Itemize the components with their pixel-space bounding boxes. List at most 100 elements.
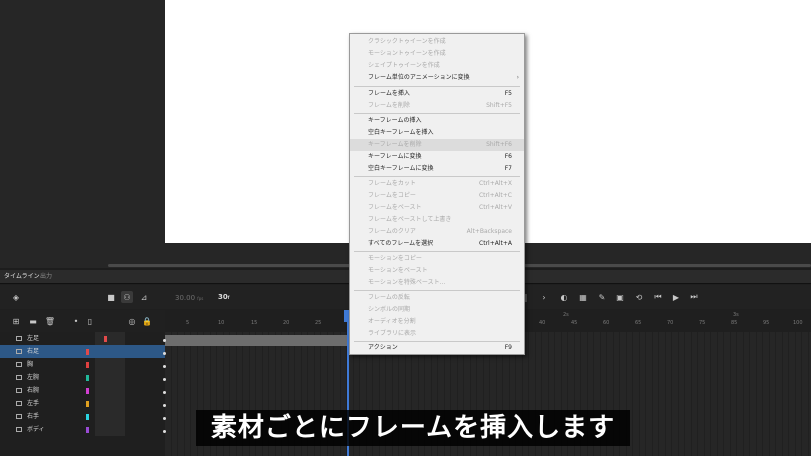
ruler-tick: 10: [218, 320, 225, 326]
graph-icon[interactable]: ⊿: [138, 291, 150, 303]
trash-icon[interactable]: 🗑: [44, 315, 56, 327]
ruler-tick: 95: [763, 320, 770, 326]
layer-color-swatch[interactable]: [86, 349, 89, 355]
menu-item-clear-frames[interactable]: フレームのクリア Alt+Backspace: [350, 226, 524, 238]
layer-color-swatch[interactable]: [86, 414, 89, 420]
menu-item-create-shape-tween[interactable]: シェイプトゥイーンを作成: [350, 60, 524, 72]
visibility-icon[interactable]: ◎: [126, 315, 138, 327]
current-frame-display[interactable]: 30f: [218, 293, 230, 301]
onion-skin-icon[interactable]: ◐: [558, 291, 570, 303]
menu-item-synchronize-symbols[interactable]: シンボルの同期: [350, 304, 524, 316]
layer-row[interactable]: 左手: [0, 397, 165, 410]
menu-item-split-audio[interactable]: オーディオを分割: [350, 316, 524, 328]
menu-item-convert-frame-by-frame[interactable]: フレーム単位のアニメーションに変換 ›: [350, 72, 524, 84]
keyframe-dot[interactable]: [163, 417, 166, 420]
layer-row-selected[interactable]: 右足: [0, 345, 165, 358]
play-icon[interactable]: ▶: [670, 291, 682, 303]
keyframe-dot[interactable]: [163, 339, 166, 342]
menu-item-label: 空白キーフレームに変換: [368, 165, 434, 172]
menu-item-select-all-frames[interactable]: すべてのフレームを選択 Ctrl+Alt+A: [350, 238, 524, 250]
menu-item-convert-to-blank-keyframes[interactable]: 空白キーフレームに変換 F7: [350, 163, 524, 175]
layer-type-icon: [16, 375, 22, 380]
fps-unit: fps: [197, 296, 204, 301]
chevron-right-icon[interactable]: ›: [538, 291, 550, 303]
layer-color-swatch[interactable]: [86, 362, 89, 368]
menu-item-paste-and-overwrite[interactable]: フレームをペーストして上書き: [350, 214, 524, 226]
menu-item-reveal-in-library[interactable]: ライブラリに表示: [350, 328, 524, 340]
keyframe-dot[interactable]: [163, 378, 166, 381]
layer-row[interactable]: ボディ: [0, 423, 165, 436]
edit-multiple-frames-icon[interactable]: ✎: [596, 291, 608, 303]
menu-item-label: キーフレームに変換: [368, 153, 422, 160]
layer-columns: [95, 358, 125, 371]
menu-item-paste-frames[interactable]: フレームをペースト Ctrl+Alt+V: [350, 202, 524, 214]
layer-row[interactable]: 胸: [0, 358, 165, 371]
menu-item-shortcut: F9: [504, 344, 512, 351]
selected-frame-span[interactable]: [165, 335, 348, 346]
menu-item-paste-motion-special[interactable]: モーションを特殊ペースト...: [350, 277, 524, 289]
fps-value: 30.00: [175, 294, 196, 302]
layer-color-swatch[interactable]: [86, 375, 89, 381]
menu-item-remove-frames[interactable]: フレームを削除 Shift+F5: [350, 100, 524, 112]
menu-item-convert-to-keyframes[interactable]: キーフレームに変換 F6: [350, 151, 524, 163]
menu-item-create-motion-tween[interactable]: モーショントゥイーンを作成: [350, 48, 524, 60]
layer-type-icon: [16, 336, 22, 341]
menu-item-label: フレームのクリア: [368, 228, 416, 235]
menu-item-shortcut: Shift+F6: [486, 141, 512, 148]
layer-row[interactable]: 右腕: [0, 384, 165, 397]
new-folder-icon[interactable]: ▬: [27, 315, 39, 327]
layer-row[interactable]: 左腕: [0, 371, 165, 384]
frame-unit: f: [227, 295, 230, 300]
menu-item-create-classic-tween[interactable]: クラシックトゥイーンを作成: [350, 36, 524, 48]
fps-display[interactable]: 30.00 fps: [175, 294, 203, 302]
layer-columns: [95, 332, 125, 345]
menu-item-label: フレームをコピー: [368, 192, 416, 199]
menu-item-label: オーディオを分割: [368, 318, 416, 325]
new-layer-icon[interactable]: ⊞: [10, 315, 22, 327]
tab-timeline[interactable]: タイムライン: [4, 272, 40, 282]
layer-toolbar: ⊞ ▬ 🗑 • ▯ ◎ 🔒: [0, 310, 165, 332]
menu-item-copy-frames[interactable]: フレームをコピー Ctrl+Alt+C: [350, 190, 524, 202]
loop-icon[interactable]: ⟲: [633, 291, 645, 303]
menu-item-cut-frames[interactable]: フレームをカット Ctrl+Alt+X: [350, 178, 524, 190]
menu-separator: [354, 290, 520, 291]
menu-item-paste-motion[interactable]: モーションをペースト: [350, 265, 524, 277]
menu-separator: [354, 86, 520, 87]
menu-item-clear-keyframe[interactable]: キーフレームを削除 Shift+F6: [350, 139, 524, 151]
insert-frame-icon[interactable]: ▣: [614, 291, 626, 303]
menu-item-insert-keyframe[interactable]: キーフレームの挿入: [350, 115, 524, 127]
layer-color-swatch[interactable]: [104, 336, 107, 342]
ruler-second-mark: 2s: [563, 312, 569, 318]
highlight-dot-icon[interactable]: •: [70, 315, 82, 327]
menu-item-label: シェイプトゥイーンを作成: [368, 62, 440, 69]
keyframe-dot[interactable]: [163, 391, 166, 394]
menu-item-copy-motion[interactable]: モーションをコピー: [350, 253, 524, 265]
camera-icon[interactable]: ■: [105, 291, 117, 303]
outline-toggle-icon[interactable]: ▯: [84, 315, 96, 327]
layer-color-swatch[interactable]: [86, 427, 89, 433]
menu-item-insert-frame[interactable]: フレームを挿入 F5: [350, 88, 524, 100]
layer-parenting-icon[interactable]: ⚇: [121, 291, 133, 303]
layer-color-swatch[interactable]: [86, 388, 89, 394]
menu-item-label: フレームをペーストして上書き: [368, 216, 452, 223]
keyframe-dot[interactable]: [163, 365, 166, 368]
ruler-tick: 40: [539, 320, 546, 326]
keyframe-dot[interactable]: [163, 430, 166, 433]
menu-item-insert-blank-keyframe[interactable]: 空白キーフレームを挿入: [350, 127, 524, 139]
layer-type-icon: [16, 401, 22, 406]
keyframe-dot[interactable]: [163, 404, 166, 407]
tab-output[interactable]: 出力: [40, 272, 52, 282]
layer-row[interactable]: 左足: [0, 332, 165, 345]
layer-columns: [95, 423, 125, 436]
layer-list: 左足 右足 胸 左腕 右腕 左手 右手 ボディ: [0, 332, 165, 456]
first-frame-icon[interactable]: ⏮: [652, 291, 664, 303]
last-frame-icon[interactable]: ⏭: [688, 291, 700, 303]
layer-row[interactable]: 右手: [0, 410, 165, 423]
keyframe-dot[interactable]: [163, 352, 166, 355]
lock-icon[interactable]: 🔒: [141, 315, 153, 327]
menu-item-reverse-frames[interactable]: フレームの反転: [350, 292, 524, 304]
layers-stack-icon[interactable]: ◈: [10, 291, 22, 303]
layer-color-swatch[interactable]: [86, 401, 89, 407]
menu-item-actions[interactable]: アクション F9: [350, 342, 524, 354]
onion-skin-outline-icon[interactable]: ▦: [577, 291, 589, 303]
